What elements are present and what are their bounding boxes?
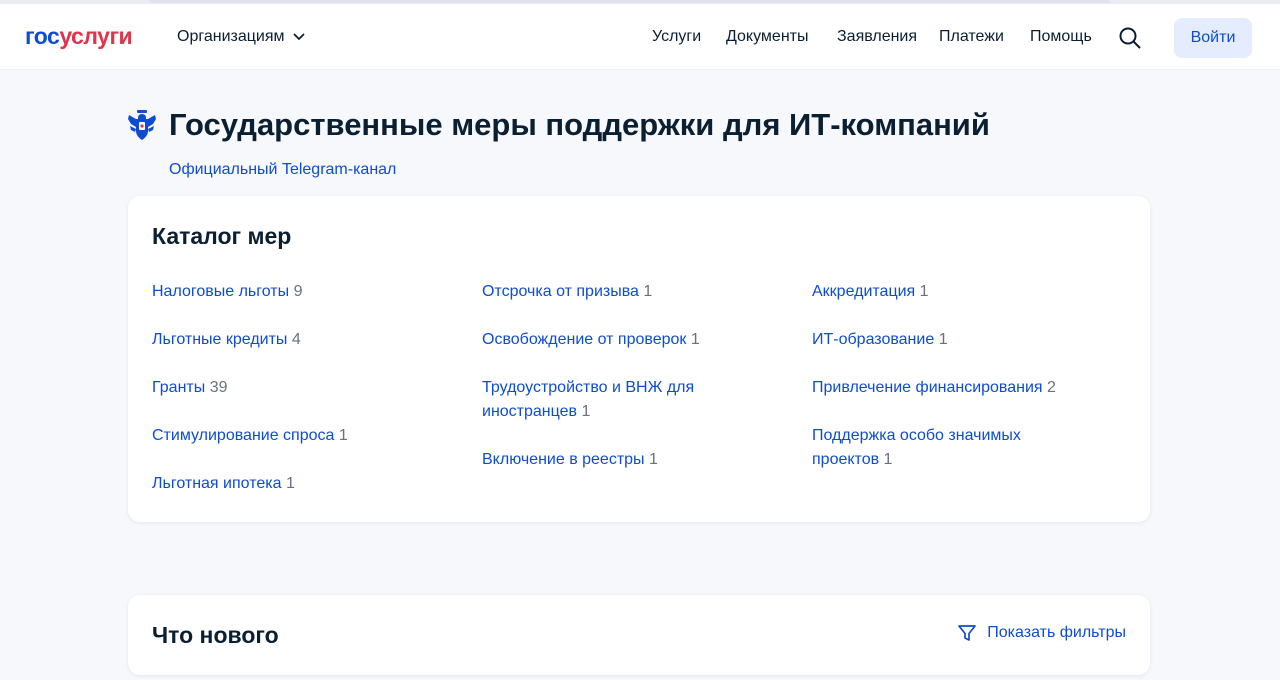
catalog-item-tax-benefits[interactable]: Налоговые льготы 9 (152, 280, 452, 304)
filter-icon (958, 625, 977, 641)
catalog-item-funding-attraction[interactable]: Привлечение финансирования 2 (812, 376, 1112, 400)
catalog-item-label: Поддержка особо значимых проектов (812, 427, 1021, 468)
catalog-item-count: 1 (338, 427, 348, 444)
catalog-item-label: Освобождение от проверок (482, 331, 687, 348)
coat-of-arms-icon (128, 110, 156, 140)
catalog-item-count: 1 (919, 283, 929, 300)
show-filters-label: Показать фильтры (987, 624, 1126, 641)
catalog-item-label: ИТ-образование (812, 331, 935, 348)
nav-services[interactable]: Услуги (652, 28, 701, 46)
catalog-column-1: Налоговые льготы 9 Льготные кредиты 4 Гр… (152, 280, 452, 520)
nav-help[interactable]: Помощь (1030, 28, 1092, 46)
catalog-item-count: 1 (649, 451, 658, 468)
chevron-down-icon (293, 33, 304, 40)
whats-new-card: Что нового Показать фильтры (128, 595, 1150, 675)
whats-new-title: Что нового (152, 622, 279, 648)
show-filters-button[interactable]: Показать фильтры (957, 623, 1126, 643)
nav-documents[interactable]: Документы (726, 28, 808, 46)
catalog-item-count: 1 (883, 451, 893, 468)
catalog-title: Каталог мер (152, 223, 292, 249)
catalog-item-preferential-loans[interactable]: Льготные кредиты 4 (152, 328, 452, 352)
catalog-item-label: Привлечение финансирования (812, 379, 1043, 396)
catalog-item-preferential-mortgage[interactable]: Льготная ипотека 1 (152, 472, 452, 496)
catalog-item-grants[interactable]: Гранты 39 (152, 376, 452, 400)
logo-part-uslugi: услуги (59, 23, 133, 49)
catalog-item-count: 1 (581, 403, 591, 420)
catalog-item-label: Гранты (152, 379, 206, 396)
catalog-column-3: Аккредитация 1 ИТ-образование 1 Привлече… (812, 280, 1112, 496)
catalog-item-count: 1 (938, 331, 948, 348)
catalog-item-it-education[interactable]: ИТ-образование 1 (812, 328, 1112, 352)
catalog-item-inspection-exemption[interactable]: Освобождение от проверок 1 (482, 328, 782, 352)
catalog-item-label: Аккредитация (812, 283, 916, 300)
catalog-item-registry-inclusion[interactable]: Включение в реестры 1 (482, 448, 782, 472)
catalog-item-foreign-employment[interactable]: Трудоустройство и ВНЖ для иностранцев 1 (482, 376, 722, 424)
catalog-item-count: 39 (209, 379, 228, 396)
organizations-label: Организациям (177, 28, 285, 45)
catalog-item-label: Льготная ипотека (152, 475, 282, 492)
page-title: Государственные меры поддержки для ИТ-ко… (169, 107, 990, 142)
catalog-item-significant-projects[interactable]: Поддержка особо значимых проектов 1 (812, 424, 1042, 472)
nav-applications[interactable]: Заявления (837, 28, 917, 46)
login-button[interactable]: Войти (1174, 18, 1252, 58)
catalog-card: Каталог мер Налоговые льготы 9 Льготные … (128, 196, 1150, 522)
site-header: госуслуги Организациям Услуги Документы … (0, 4, 1280, 70)
logo-part-gos: гос (25, 23, 60, 49)
catalog-item-label: Включение в реестры (482, 451, 645, 468)
search-icon (1119, 27, 1141, 49)
telegram-channel-link[interactable]: Официальный Telegram-канал (169, 161, 396, 179)
catalog-item-count: 1 (285, 475, 295, 492)
nav-payments[interactable]: Платежи (939, 28, 1004, 46)
catalog-column-2: Отсрочка от призыва 1 Освобождение от пр… (482, 280, 782, 496)
catalog-item-demand-stimulation[interactable]: Стимулирование спроса 1 (152, 424, 452, 448)
catalog-item-label: Льготные кредиты (152, 331, 288, 348)
catalog-item-count: 4 (291, 331, 301, 348)
catalog-item-count: 2 (1047, 379, 1056, 396)
catalog-item-label: Налоговые льготы (152, 283, 290, 300)
organizations-dropdown[interactable]: Организациям (177, 28, 305, 46)
catalog-item-label: Стимулирование спроса (152, 427, 335, 444)
gosuslugi-logo[interactable]: госуслуги (25, 23, 133, 49)
catalog-item-count: 9 (293, 283, 303, 300)
search-button[interactable] (1118, 26, 1142, 50)
catalog-item-count: 1 (690, 331, 700, 348)
catalog-item-count: 1 (643, 283, 653, 300)
catalog-item-label: Отсрочка от призыва (482, 283, 639, 300)
catalog-item-accreditation[interactable]: Аккредитация 1 (812, 280, 1112, 304)
catalog-item-draft-deferment[interactable]: Отсрочка от призыва 1 (482, 280, 782, 304)
